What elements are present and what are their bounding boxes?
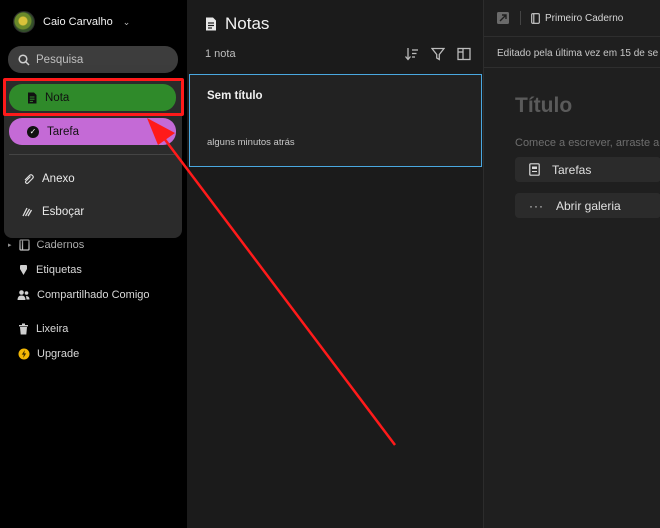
title-input[interactable]: Título (515, 94, 572, 118)
sidebar-item-lixeira[interactable]: Lixeira (18, 323, 68, 335)
check-circle-icon: ✓ (27, 125, 39, 138)
avatar (13, 11, 35, 33)
paperclip-icon (24, 174, 34, 185)
sidebar-item-etiquetas[interactable]: Etiquetas (18, 264, 82, 276)
sidebar-item-compartilhado[interactable]: Compartilhado Comigo (17, 289, 150, 301)
tag-icon (20, 265, 27, 275)
body-placeholder[interactable]: Comece a escrever, arraste a (515, 137, 659, 149)
task-icon (529, 163, 540, 176)
sketch-icon (22, 207, 33, 217)
menu-divider (9, 154, 176, 155)
sidebar-item-label: Lixeira (36, 323, 69, 335)
sidebar-item-cadernos[interactable]: ▸ Cadernos (8, 239, 84, 251)
highlight-box (3, 78, 184, 116)
search-icon (18, 53, 30, 66)
sketch-label: Esboçar (42, 206, 85, 218)
sidebar-item-label: Etiquetas (36, 264, 82, 276)
attachment-label: Anexo (42, 173, 75, 185)
editor-toolbar: Primeiro Caderno (496, 11, 623, 25)
user-name: Caio Carvalho (43, 16, 113, 28)
lightning-icon (18, 348, 30, 360)
sketch-menu-item[interactable]: Esboçar (22, 206, 84, 218)
sidebar-item-label: Upgrade (37, 348, 80, 360)
attachment-menu-item[interactable]: Anexo (22, 173, 75, 185)
last-edited-text: Editado pela última vez em 15 de se (497, 48, 659, 59)
sidebar-item-upgrade[interactable]: Upgrade (18, 348, 79, 360)
search-box[interactable] (8, 46, 178, 73)
note-list-panel: Notas 1 nota Sem título alguns minutos a… (187, 0, 483, 528)
note-icon (206, 17, 216, 31)
note-timestamp: alguns minutos atrás (207, 137, 295, 148)
notebook-breadcrumb[interactable]: Primeiro Caderno (531, 13, 623, 24)
list-toolbar (405, 47, 471, 61)
filter-icon[interactable] (431, 47, 445, 61)
new-task-button[interactable]: ✓ Tarefa (9, 118, 176, 145)
notebook-name: Primeiro Caderno (545, 12, 624, 24)
expand-arrow-icon[interactable]: ▸ (8, 241, 12, 249)
layout-icon[interactable] (457, 47, 471, 61)
note-title: Sem título (207, 90, 263, 102)
search-input[interactable] (36, 53, 166, 66)
gallery-label: Abrir galeria (556, 198, 621, 213)
sidebar-item-label: Compartilhado Comigo (37, 289, 150, 301)
toolbar-divider (520, 11, 521, 25)
note-editor: Primeiro Caderno Editado pela última vez… (483, 0, 660, 528)
notebook-icon (531, 12, 540, 24)
trash-icon (19, 323, 28, 335)
account-menu[interactable]: Caio Carvalho ⌄ (13, 11, 130, 33)
ellipsis-icon: ··· (529, 198, 544, 213)
sort-icon[interactable] (405, 47, 419, 61)
tasks-label: Tarefas (552, 162, 592, 177)
new-task-label: Tarefa (47, 125, 79, 138)
chevron-down-icon: ⌄ (122, 16, 131, 27)
people-icon (17, 290, 30, 300)
divider (484, 67, 660, 68)
notebook-icon (18, 239, 30, 251)
note-card[interactable]: Sem título alguns minutos atrás (189, 74, 482, 167)
expand-icon[interactable] (496, 11, 510, 25)
sidebar-item-label: Cadernos (36, 239, 85, 251)
list-header: Notas (205, 14, 269, 34)
tasks-button[interactable]: Tarefas (515, 157, 660, 182)
gallery-button[interactable]: ··· Abrir galeria (515, 193, 660, 218)
note-count: 1 nota (205, 48, 236, 60)
page-title: Notas (225, 14, 270, 33)
divider (484, 36, 660, 37)
